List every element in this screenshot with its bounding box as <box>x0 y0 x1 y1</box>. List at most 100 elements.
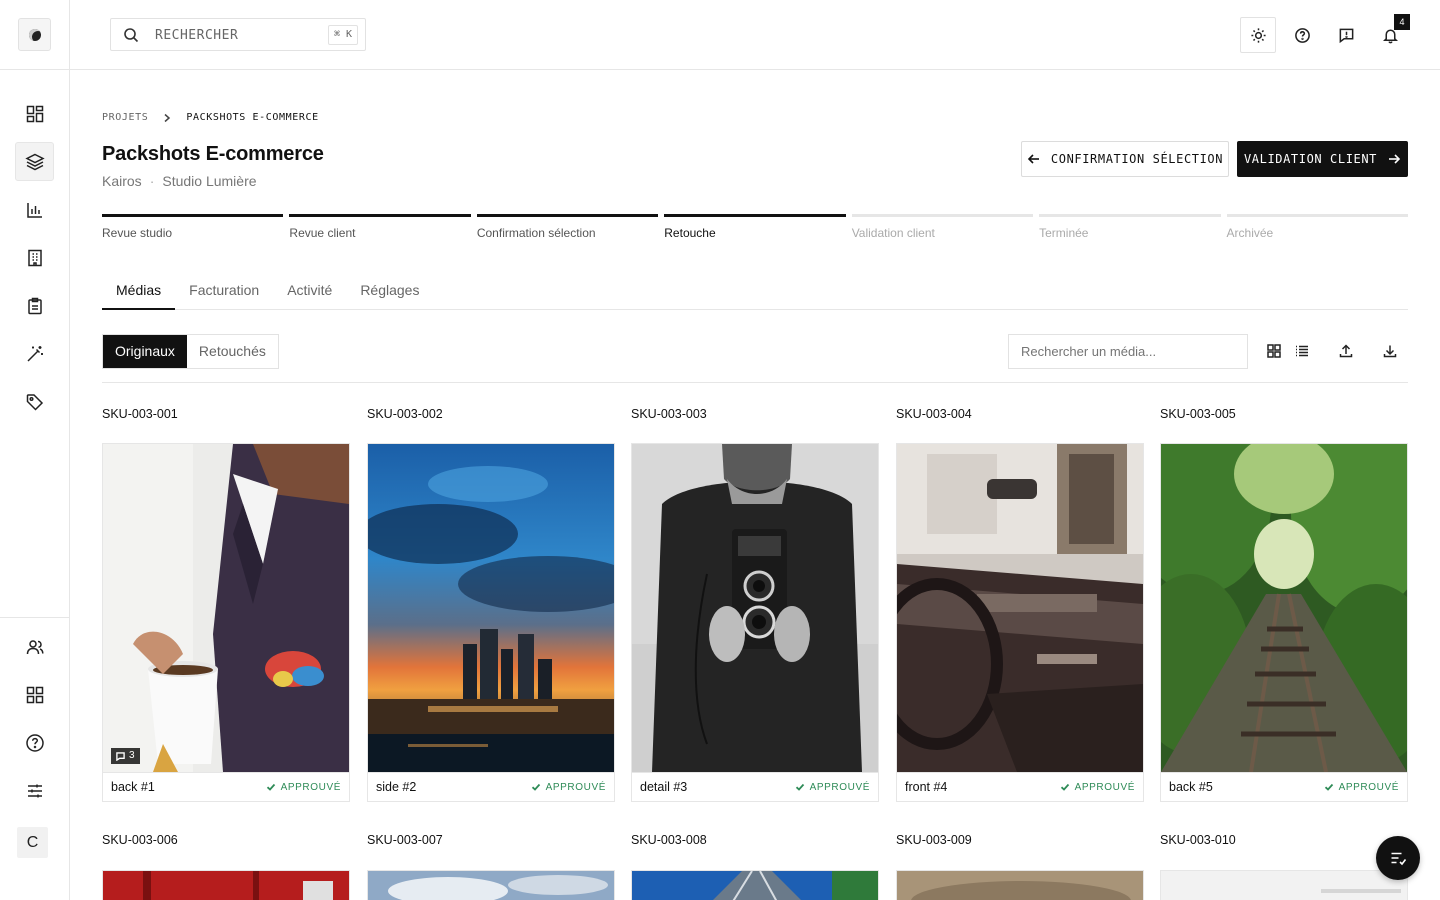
media-thumbnail[interactable] <box>1160 870 1408 900</box>
segment-originals[interactable]: Originaux <box>103 335 187 368</box>
sidebar-item-clients[interactable] <box>15 238 54 277</box>
meta-separator: · <box>149 173 155 189</box>
tab-reglages[interactable]: Réglages <box>346 278 433 309</box>
sku-label: SKU-003-009 <box>896 833 972 847</box>
help-circle-icon <box>25 733 44 752</box>
comment-count-badge[interactable]: 3 <box>111 748 140 764</box>
sidebar-divider <box>0 617 69 618</box>
media-card[interactable]: side #2 APPROUVÉ <box>367 443 615 802</box>
previous-step-button[interactable]: CONFIRMATION SÉLECTION <box>1021 141 1229 177</box>
status-badge: APPROUVÉ <box>531 782 606 793</box>
media-thumbnail[interactable] <box>897 444 1143 772</box>
sidebar-item-analytics[interactable] <box>15 190 54 229</box>
toolbar-divider <box>102 382 1408 383</box>
media-card[interactable]: back #5 APPROUVÉ <box>1160 443 1408 802</box>
status-badge: APPROUVÉ <box>1060 782 1135 793</box>
list-view-button[interactable] <box>1293 342 1311 360</box>
upload-button[interactable] <box>1337 342 1355 360</box>
segment-retouched[interactable]: Retouchés <box>187 335 278 368</box>
check-icon <box>1060 783 1069 791</box>
media-thumbnail[interactable] <box>367 870 615 900</box>
sku-label: SKU-003-010 <box>1160 833 1236 847</box>
sidebar-item-projects[interactable] <box>15 142 54 181</box>
check-icon <box>1324 783 1333 791</box>
breadcrumb-root[interactable]: PROJETS <box>102 112 148 123</box>
logo-mark-icon <box>28 28 41 41</box>
media-card-footer: detail #3 APPROUVÉ <box>632 772 878 801</box>
sidebar-item-retouch[interactable] <box>15 334 54 373</box>
project-tabs: Médias Facturation Activité Réglages <box>102 278 1408 310</box>
chevron-right-icon <box>162 113 172 123</box>
search-shortcut: ⌘ K <box>327 25 358 45</box>
tab-facturation[interactable]: Facturation <box>175 278 273 309</box>
sidebar-divider <box>0 69 69 70</box>
bar-chart-icon <box>26 202 42 218</box>
sidebar-item-pricing[interactable] <box>15 382 54 421</box>
grid-view-button[interactable] <box>1265 342 1283 360</box>
sku-label: SKU-003-008 <box>631 833 707 847</box>
media-card[interactable]: front #4 APPROUVÉ <box>896 443 1144 802</box>
media-thumbnail[interactable] <box>631 870 879 900</box>
grid-icon <box>26 686 43 703</box>
clipboard-icon <box>27 297 42 314</box>
media-card[interactable]: 3 back #1 APPROUVÉ <box>102 443 350 802</box>
media-card-footer: back #1 APPROUVÉ <box>103 772 349 801</box>
theme-toggle-button[interactable] <box>1240 17 1276 53</box>
app-logo[interactable] <box>18 18 51 51</box>
dashboard-icon <box>26 105 43 122</box>
sidebar-item-help[interactable] <box>15 723 54 762</box>
sidebar-item-apps[interactable] <box>15 675 54 714</box>
grid-icon <box>1267 344 1281 358</box>
media-search-input[interactable] <box>1008 334 1248 369</box>
media-thumbnail[interactable] <box>632 444 878 772</box>
task-list-fab[interactable] <box>1376 836 1420 880</box>
download-icon <box>1383 345 1397 358</box>
media-card-footer: side #2 APPROUVÉ <box>368 772 614 801</box>
breadcrumb: PROJETS PACKSHOTS E-COMMERCE <box>102 112 319 123</box>
previous-step-label: CONFIRMATION SÉLECTION <box>1050 152 1224 166</box>
studio-name[interactable]: Studio Lumière <box>162 173 256 189</box>
next-step-button[interactable]: VALIDATION CLIENT <box>1237 141 1408 177</box>
sidebar-item-team[interactable] <box>15 627 54 666</box>
feedback-button[interactable] <box>1328 17 1364 53</box>
media-thumbnail[interactable] <box>1161 444 1407 772</box>
step-confirmation-selection: Confirmation sélection <box>476 214 659 240</box>
global-search[interactable]: RECHERCHER ⌘ K <box>110 18 366 51</box>
sku-label: SKU-003-003 <box>631 407 707 421</box>
sku-label: SKU-003-004 <box>896 407 972 421</box>
download-button[interactable] <box>1381 342 1399 360</box>
user-avatar[interactable]: C <box>17 827 48 858</box>
upload-icon <box>1339 344 1353 358</box>
layers-icon <box>24 153 45 170</box>
media-thumbnail[interactable] <box>896 870 1144 900</box>
search-icon <box>124 28 139 43</box>
step-revue-studio: Revue studio <box>102 214 284 240</box>
sidebar: C <box>0 0 70 900</box>
magic-wand-icon <box>26 345 43 362</box>
step-revue-client: Revue client <box>289 214 471 240</box>
users-icon <box>26 639 44 654</box>
media-card[interactable]: detail #3 APPROUVÉ <box>631 443 879 802</box>
tab-medias[interactable]: Médias <box>102 278 176 310</box>
client-name[interactable]: Kairos <box>102 173 142 189</box>
media-thumbnail[interactable] <box>368 444 614 772</box>
check-icon <box>266 783 275 791</box>
sidebar-item-dashboard[interactable] <box>15 94 54 133</box>
help-button[interactable] <box>1284 17 1320 53</box>
sidebar-item-tasks[interactable] <box>15 286 54 325</box>
next-step-label: VALIDATION CLIENT <box>1243 152 1378 166</box>
list-icon <box>1296 345 1308 357</box>
media-name: back #5 <box>1169 780 1213 794</box>
top-bar: RECHERCHER ⌘ K 4 <box>70 0 1440 70</box>
building-icon <box>27 249 42 266</box>
media-name: side #2 <box>376 780 417 794</box>
media-thumbnail[interactable] <box>102 870 350 900</box>
tab-activite[interactable]: Activité <box>273 278 346 309</box>
check-icon <box>795 783 804 791</box>
sidebar-item-settings[interactable] <box>15 771 54 810</box>
sku-label: SKU-003-006 <box>102 833 178 847</box>
step-archivee: Archivée <box>1226 214 1408 240</box>
media-thumbnail[interactable]: 3 <box>103 444 349 772</box>
media-version-toggle: Originaux Retouchés <box>102 334 279 369</box>
page-title: Packshots E-commerce <box>102 143 324 165</box>
